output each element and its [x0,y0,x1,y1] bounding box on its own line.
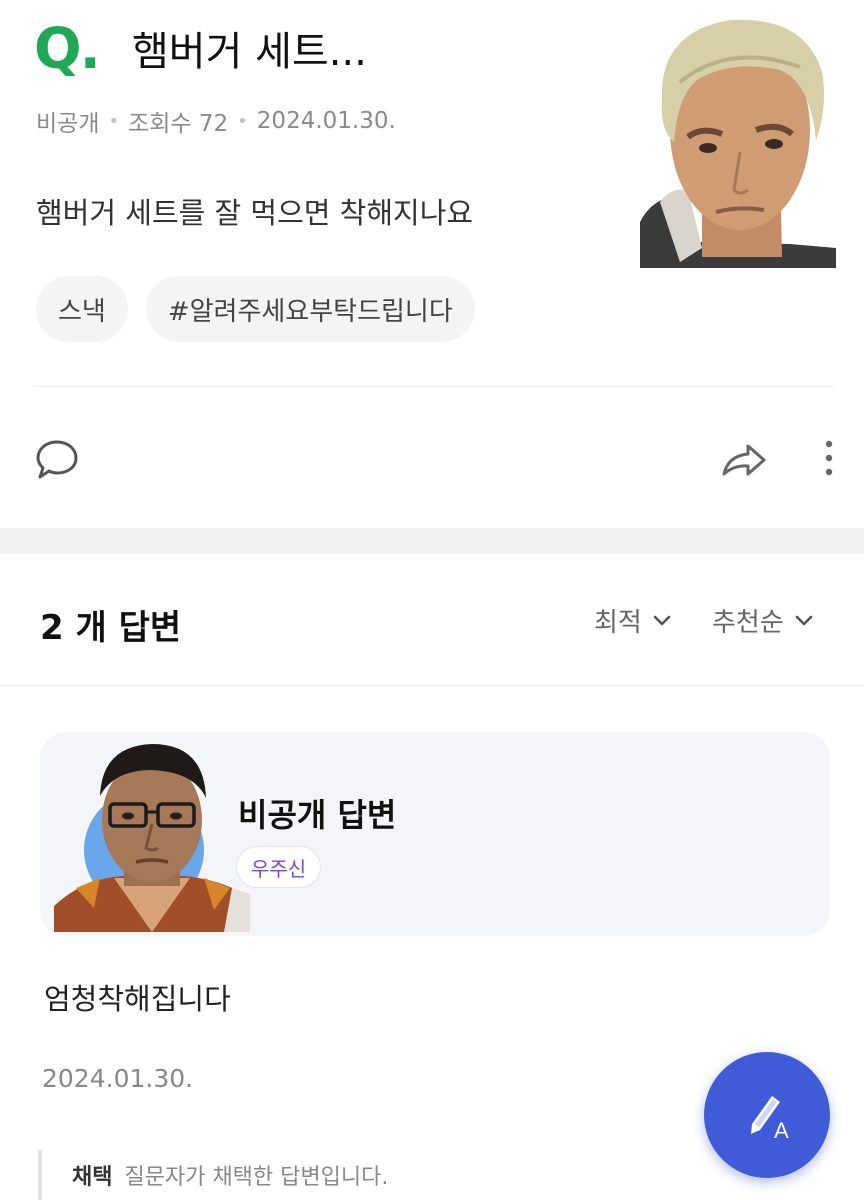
sort-best-dropdown[interactable]: 최적 [594,602,672,639]
divider [34,386,834,387]
more-vertical-icon[interactable] [818,438,840,478]
meta-separator: • [237,110,248,132]
question-photo [640,12,836,268]
question-title[interactable]: 햄버거 세트... [132,30,367,74]
section-separator [0,528,864,554]
write-answer-letter: A [774,1118,789,1143]
question-date: 2024.01.30. [256,108,396,134]
answers-header: 2 개 답변 최적 추천순 [0,554,864,686]
question-meta: 비공개 • 조회수 72 • 2024.01.30. [36,104,396,138]
chevron-down-icon [795,615,813,625]
tag-list: 스낵 #알려주세요부탁드립니다 [36,276,475,342]
answer-author-name: 비공개 답변 [238,796,397,834]
question-section: Q. 햄버거 세트... 비공개 • 조회수 72 • 2024.01.30. … [0,0,864,528]
chevron-down-icon [653,615,671,625]
comment-bubble-icon[interactable] [34,438,80,482]
question-mark: Q. [34,17,101,82]
adopted-notice: 채택 질문자가 채택한 답변입니다. [38,1150,388,1200]
meta-separator: • [108,110,120,132]
answers-count: 2 개 답변 [40,608,182,648]
avatar [54,738,250,932]
sort-recommend-dropdown[interactable]: 추천순 [712,602,814,639]
write-answer-button[interactable]: A [704,1052,830,1178]
adopted-text: 질문자가 채택한 답변입니다. [124,1165,389,1190]
tag-chip[interactable]: #알려주세요부탁드립니다 [145,276,475,342]
visibility-label: 비공개 [36,111,100,137]
sort-best-label: 최적 [594,608,642,638]
adopted-label: 채택 [72,1165,113,1190]
share-arrow-icon[interactable] [720,440,768,480]
view-count: 조회수 72 [128,111,229,137]
answer-text: 엄청착해집니다 [44,982,231,1016]
question-body: 햄버거 세트를 잘 먹으면 착해지나요 [36,196,474,230]
sort-recommend-label: 추천순 [712,608,784,638]
answer-date: 2024.01.30. [42,1064,194,1093]
answer-profile-card[interactable]: 비공개 답변 우주신 [40,732,830,936]
tag-chip[interactable]: 스낵 [36,276,128,342]
grade-badge: 우주신 [236,846,322,888]
